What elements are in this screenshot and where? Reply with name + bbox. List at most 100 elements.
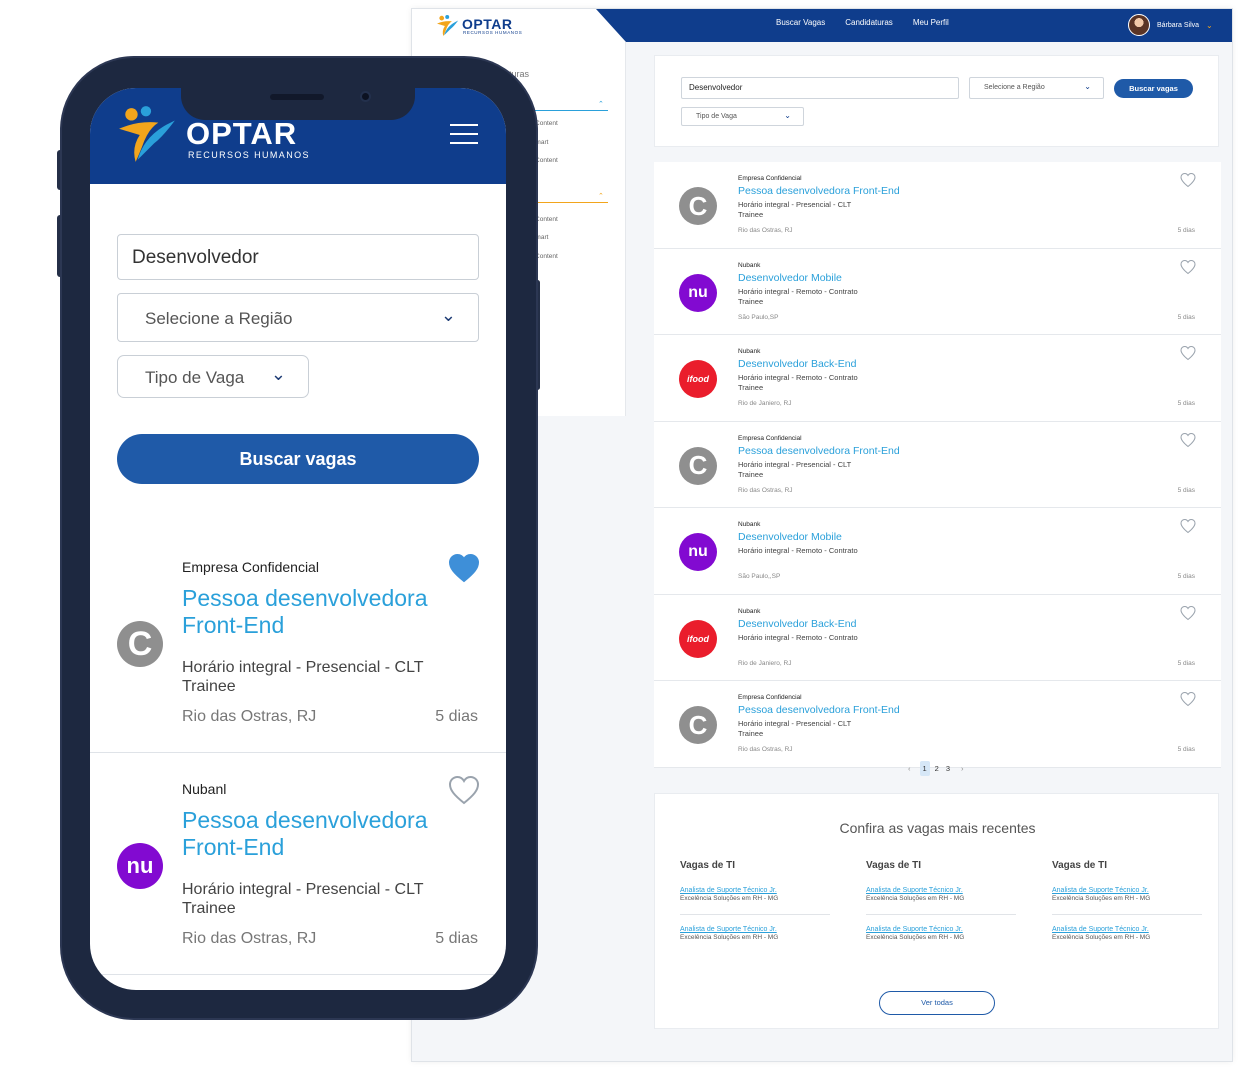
region-select[interactable]: Selecione a Região ⌄: [117, 293, 479, 342]
job-title-link[interactable]: Pessoa desenvolvedora Front-End: [738, 445, 900, 457]
job-title-link[interactable]: Pessoa desenvolvedora Front-End: [182, 585, 452, 639]
job-title-link[interactable]: Desenvolvedor Mobile: [738, 272, 842, 284]
job-age: 5 dias: [1177, 659, 1195, 667]
job-company: Nubank: [738, 607, 761, 615]
nubank-logo: nu: [117, 843, 163, 889]
job-location: São Paulo,SP: [738, 313, 779, 321]
job-card[interactable]: C Empresa Confidencial Pessoa desenvolvedo…: [654, 162, 1221, 249]
page-2-button[interactable]: 2: [933, 761, 941, 776]
chevron-down-icon[interactable]: ⌄: [1206, 21, 1213, 30]
nav-meu-perfil[interactable]: Meu Perfil: [913, 18, 949, 27]
job-company: Empresa Confidencial: [738, 434, 802, 442]
job-location: Rio das Ostras, RJ: [738, 486, 793, 494]
recent-job-company: Excelência Soluções em RH - MG: [680, 895, 779, 902]
recent-job-link[interactable]: Analista de Suporte Técnico Jr.: [680, 887, 830, 894]
job-info: Horário integral - Presencial - CLT Train…: [738, 719, 851, 739]
logo-text: C: [688, 709, 708, 740]
sidebar-divider: [530, 110, 608, 111]
recent-jobs-title: Confira as vagas mais recentes: [839, 820, 1036, 836]
job-age: 5 dias: [435, 930, 478, 947]
heart-icon[interactable]: [1180, 518, 1196, 534]
phone-notch: [181, 86, 415, 120]
hamburger-menu-icon[interactable]: [450, 124, 478, 146]
recent-job-link[interactable]: Analista de Suporte Técnico Jr.: [680, 926, 830, 933]
recent-job-item[interactable]: Analista de Suporte Técnico Jr. Excelênci…: [1052, 926, 1202, 953]
nav-candidaturas[interactable]: Candidaturas: [845, 18, 893, 27]
recent-job-company: Excelência Soluções em RH - MG: [866, 934, 965, 941]
job-card[interactable]: Nubanl Pessoa desenvolvedora Front-End Hor…: [90, 753, 506, 975]
prev-page-button[interactable]: ‹: [902, 761, 917, 776]
job-type-select[interactable]: Tipo de Vaga ⌄: [117, 355, 309, 398]
job-title-link[interactable]: Pessoa desenvolvedora Front-End: [182, 807, 452, 861]
chevron-down-icon: ⌄: [270, 364, 286, 384]
job-title-link[interactable]: Desenvolvedor Back-End: [738, 618, 856, 630]
next-page-button[interactable]: ›: [955, 761, 970, 776]
heart-icon[interactable]: [448, 775, 480, 805]
chevron-up-icon[interactable]: ⌃: [598, 192, 604, 200]
optar-logo-icon: [437, 15, 459, 37]
nav-buscar-vagas[interactable]: Buscar Vagas: [776, 18, 825, 27]
job-info-line: Trainee: [738, 729, 764, 738]
job-info-line: Trainee: [738, 210, 764, 219]
keyword-input[interactable]: Desenvolvedor: [117, 234, 479, 280]
job-info-line: Trainee: [182, 678, 236, 695]
recent-job-link[interactable]: Analista de Suporte Técnico Jr.: [866, 926, 1016, 933]
job-card[interactable]: C Empresa Confidencial Pessoa desenvolvedo…: [654, 681, 1221, 768]
job-location: São Paulo,,SP: [738, 573, 781, 580]
job-location: Rio das Ostras, RJ: [182, 708, 317, 725]
recent-job-item[interactable]: Analista de Suporte Técnico Jr. Excelênci…: [680, 887, 830, 915]
heart-icon[interactable]: [1180, 432, 1196, 448]
job-info: Horário integral - Remoto - Contrato Trai…: [738, 287, 858, 307]
job-info: Horário integral - Presencial - CLT Train…: [738, 460, 851, 480]
heart-icon[interactable]: [1180, 605, 1196, 621]
keyword-input[interactable]: Desenvolvedor: [681, 77, 959, 99]
see-all-button[interactable]: Ver todas: [879, 991, 995, 1015]
job-title-link[interactable]: Pessoa desenvolvedora Front-End: [738, 185, 900, 197]
job-card[interactable]: nu Nubank Desenvolvedor Mobile Horário inte…: [654, 248, 1221, 335]
job-title-link[interactable]: Desenvolvedor Mobile: [738, 531, 842, 543]
confidential-logo: C: [679, 706, 717, 744]
job-info-line: Horário integral - Presencial - CLT: [182, 659, 424, 676]
search-button[interactable]: Buscar vagas: [1114, 79, 1193, 98]
recent-job-link[interactable]: Analista de Suporte Técnico Jr.: [1052, 887, 1202, 894]
job-card[interactable]: ifood Nubank Desenvolvedor Back-End Horário…: [654, 594, 1221, 681]
desktop-logo-area[interactable]: OPTAR RECURSOS HUMANOS: [412, 9, 626, 42]
job-info-line: Trainee: [738, 296, 764, 306]
heart-icon[interactable]: [1180, 172, 1196, 188]
recent-job-company: Excelência Soluções em RH - MG: [1052, 895, 1151, 902]
job-card[interactable]: ifood Nubank Desenvolvedor Back-End Horário…: [654, 335, 1221, 422]
job-type-label: Tipo de Vaga: [696, 113, 737, 120]
recent-job-item[interactable]: Analista de Suporte Técnico Jr. Excelênci…: [680, 926, 830, 953]
job-title-link[interactable]: Pessoa desenvolvedora Front-End: [738, 704, 900, 716]
recent-job-company: Excelência Soluções em RH - MG: [680, 934, 779, 941]
page-3-button[interactable]: 3: [944, 761, 952, 776]
recent-job-item[interactable]: Analista de Suporte Técnico Jr. Excelênci…: [1052, 887, 1202, 915]
page-1-button[interactable]: 1: [919, 761, 930, 776]
user-menu[interactable]: Bárbara Silva ⌄: [1128, 14, 1213, 36]
heart-icon[interactable]: [1180, 259, 1196, 275]
job-info-line: Horário integral - Presencial - CLT: [738, 719, 852, 728]
job-info: Horário integral - Presencial - CLT Train…: [182, 658, 424, 696]
chevron-up-icon[interactable]: ⌃: [598, 100, 604, 108]
heart-icon[interactable]: [1180, 691, 1196, 707]
job-card[interactable]: Empresa Confidencial Pessoa desenvolvedor…: [90, 531, 506, 753]
job-info-line: Trainee: [738, 383, 764, 392]
recent-job-link[interactable]: Analista de Suporte Técnico Jr.: [866, 887, 1016, 894]
region-select[interactable]: Selecione a Região ⌄: [969, 77, 1104, 99]
logo-text: nu: [688, 543, 708, 560]
job-title-link[interactable]: Desenvolvedor Back-End: [738, 358, 856, 370]
job-age: 5 dias: [1177, 573, 1195, 580]
recent-column: Vagas de TI Analista de Suporte Técnico J…: [1052, 860, 1202, 964]
job-card[interactable]: C Empresa Confidencial Pessoa desenvolvedo…: [654, 421, 1221, 508]
avatar[interactable]: [1128, 14, 1150, 36]
job-card[interactable]: nu Nubank Desenvolvedor Mobile Horário inte…: [654, 508, 1221, 595]
recent-job-item[interactable]: Analista de Suporte Técnico Jr. Excelênci…: [866, 926, 1016, 953]
recent-job-item[interactable]: Analista de Suporte Técnico Jr. Excelênci…: [866, 887, 1016, 915]
search-button[interactable]: Buscar vagas: [117, 434, 479, 484]
job-info: Horário integral - Presencial - CLT Train…: [182, 880, 424, 918]
logo-tagline: RECURSOS HUMANOS: [463, 30, 523, 35]
recent-job-link[interactable]: Analista de Suporte Técnico Jr.: [1052, 926, 1202, 933]
heart-icon[interactable]: [1180, 345, 1196, 361]
job-type-select[interactable]: Tipo de Vaga ⌄: [681, 107, 804, 126]
heart-icon[interactable]: [448, 553, 480, 583]
